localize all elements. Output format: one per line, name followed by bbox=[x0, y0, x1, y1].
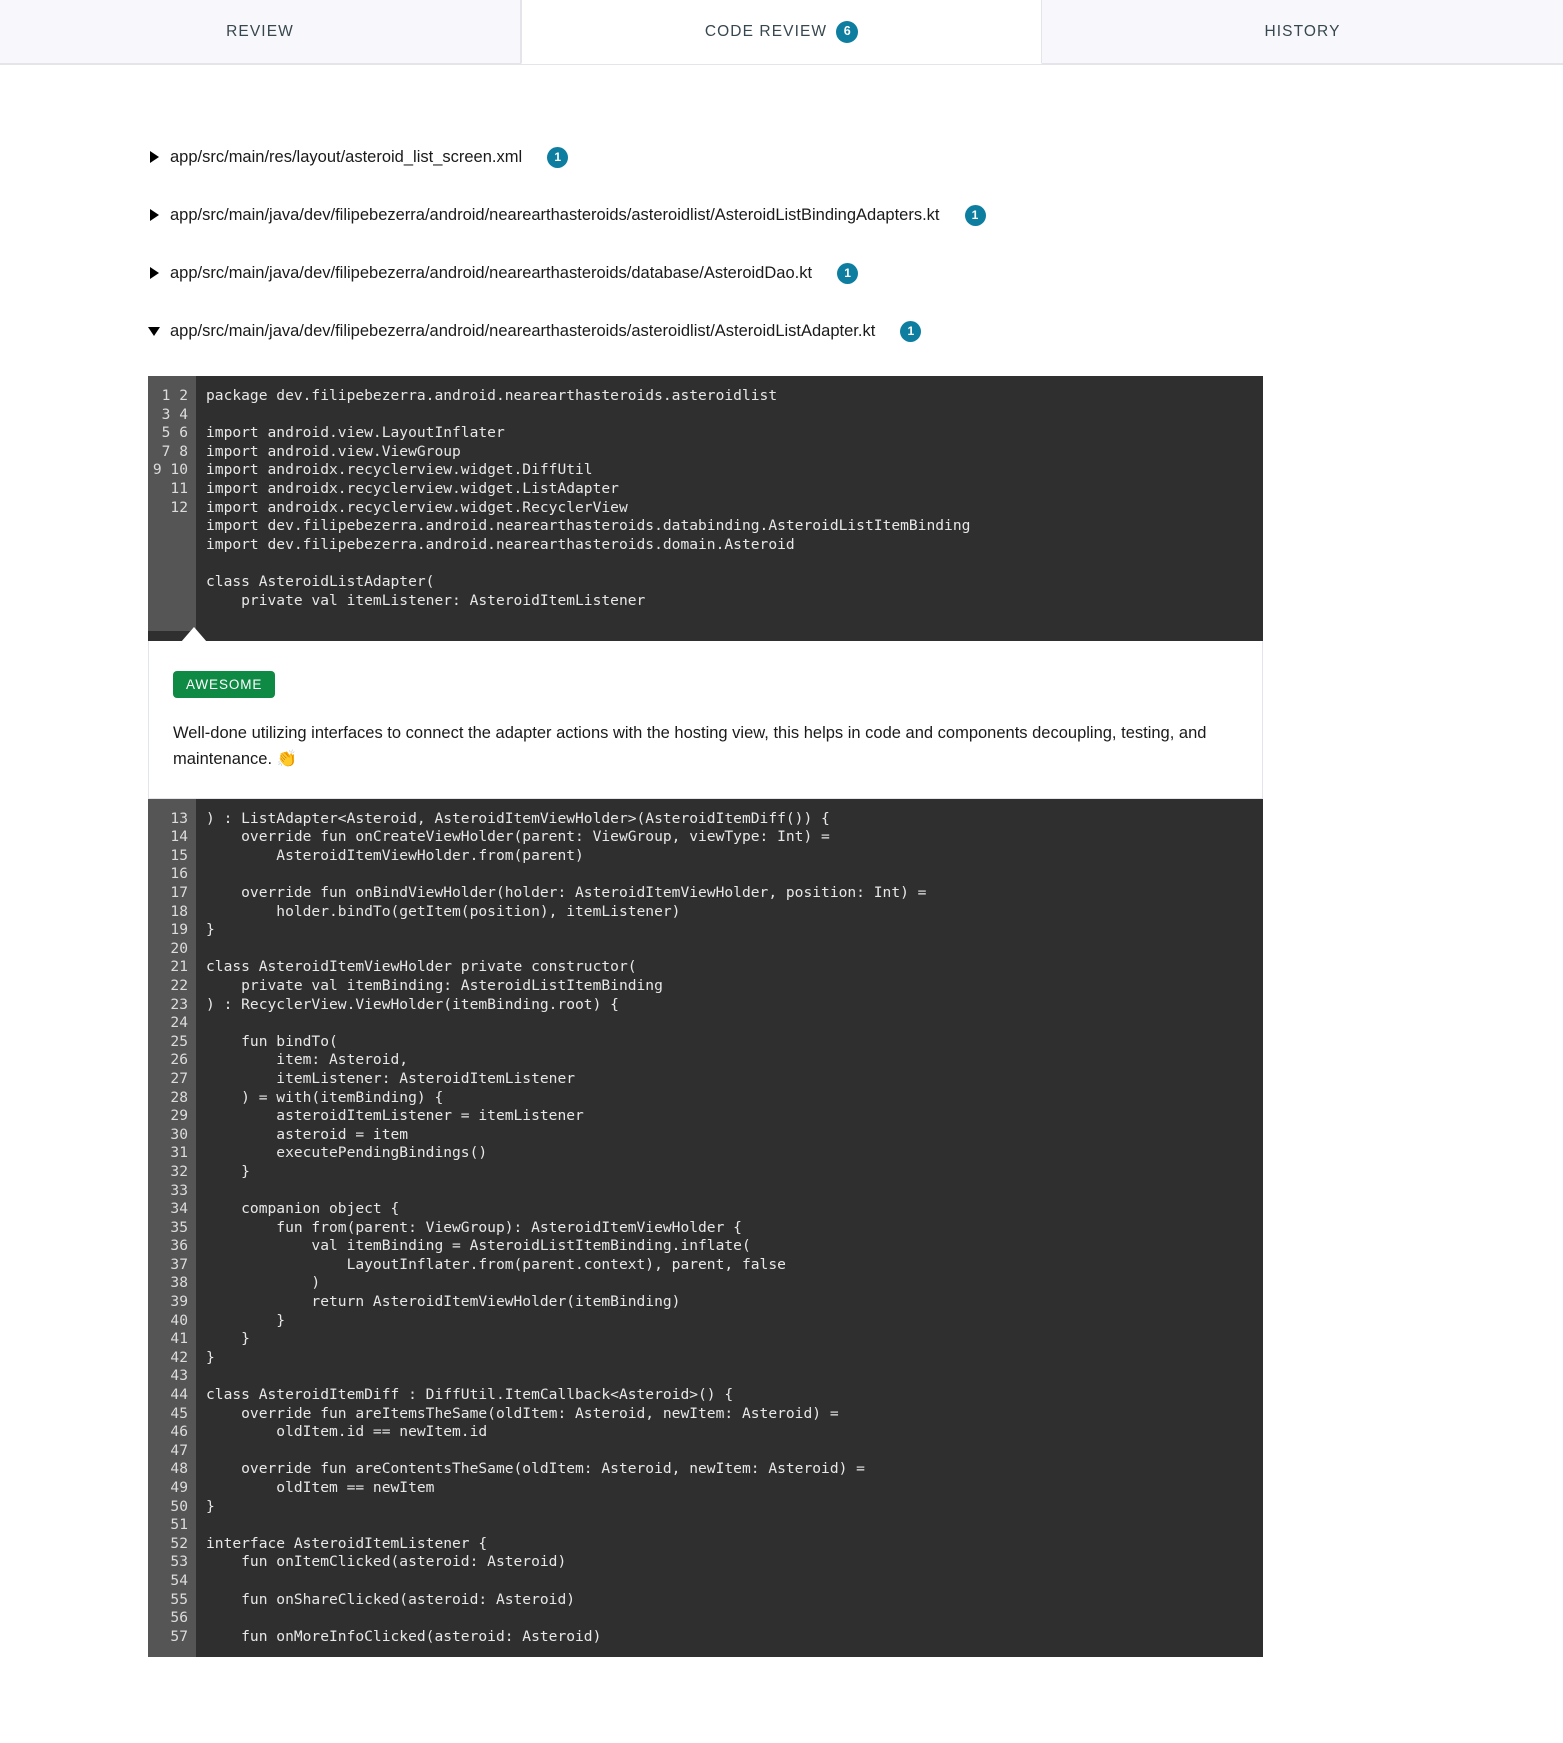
file-path: app/src/main/java/dev/filipebezerra/andr… bbox=[170, 321, 876, 340]
file-row-asteroid-list-binding-adapters-kt[interactable]: app/src/main/java/dev/filipebezerra/andr… bbox=[0, 186, 1563, 244]
chevron-right-icon[interactable] bbox=[148, 150, 162, 164]
tab-review[interactable]: REVIEW bbox=[0, 0, 521, 64]
code-line-numbers: 13 14 15 16 17 18 19 20 21 22 23 24 25 2… bbox=[148, 798, 196, 1658]
tab-code-review[interactable]: CODE REVIEW 6 bbox=[521, 0, 1042, 64]
tab-code-review-label: CODE REVIEW bbox=[704, 22, 828, 40]
file-comment-count-badge: 1 bbox=[547, 146, 569, 168]
file-comment-count-badge: 1 bbox=[837, 262, 859, 284]
status-badge: AWESOME bbox=[173, 671, 276, 698]
code-source-lines: ) : ListAdapter<Asteroid, AsteroidItemVi… bbox=[206, 809, 927, 1645]
file-comment-count-badge: 1 bbox=[964, 204, 986, 226]
code-line-numbers: 1 2 3 4 5 6 7 8 9 10 11 12 bbox=[148, 376, 196, 632]
file-row-asteroid-list-adapter-kt[interactable]: app/src/main/java/dev/filipebezerra/andr… bbox=[0, 302, 1563, 360]
tab-code-review-count-badge: 6 bbox=[836, 20, 859, 43]
tab-history-label: HISTORY bbox=[1264, 22, 1341, 40]
tab-review-label: REVIEW bbox=[226, 22, 294, 40]
chevron-down-icon[interactable] bbox=[148, 324, 162, 338]
chevron-right-icon[interactable] bbox=[148, 208, 162, 222]
code-chunk-bottom[interactable]: 13 14 15 16 17 18 19 20 21 22 23 24 25 2… bbox=[148, 798, 1263, 1658]
file-comment-count-badge: 1 bbox=[900, 320, 922, 342]
file-row-asteroid-list-screen-xml[interactable]: app/src/main/res/layout/asteroid_list_sc… bbox=[0, 128, 1563, 186]
code-diff-viewer: 1 2 3 4 5 6 7 8 9 10 11 12 package dev.f… bbox=[148, 376, 1263, 1658]
inline-review-comment: AWESOME Well-done utilizing interfaces t… bbox=[148, 641, 1263, 799]
comment-pointer-notch bbox=[181, 627, 207, 643]
code-review-content: app/src/main/res/layout/asteroid_list_sc… bbox=[0, 65, 1563, 1658]
tab-history[interactable]: HISTORY bbox=[1042, 0, 1563, 64]
comment-text: Well-done utilizing interfaces to connec… bbox=[173, 723, 1207, 768]
code-source-lines: package dev.filipebezerra.android.nearea… bbox=[206, 387, 971, 609]
file-path: app/src/main/res/layout/asteroid_list_sc… bbox=[170, 147, 523, 166]
tab-bar: REVIEW CODE REVIEW 6 HISTORY bbox=[0, 0, 1563, 65]
file-path: app/src/main/java/dev/filipebezerra/andr… bbox=[170, 205, 940, 224]
file-row-asteroid-dao-kt[interactable]: app/src/main/java/dev/filipebezerra/andr… bbox=[0, 244, 1563, 302]
code-chunk-top[interactable]: 1 2 3 4 5 6 7 8 9 10 11 12 package dev.f… bbox=[148, 376, 1263, 643]
file-path: app/src/main/java/dev/filipebezerra/andr… bbox=[170, 263, 813, 282]
chevron-right-icon[interactable] bbox=[148, 266, 162, 280]
file-list: app/src/main/res/layout/asteroid_list_sc… bbox=[0, 65, 1563, 360]
